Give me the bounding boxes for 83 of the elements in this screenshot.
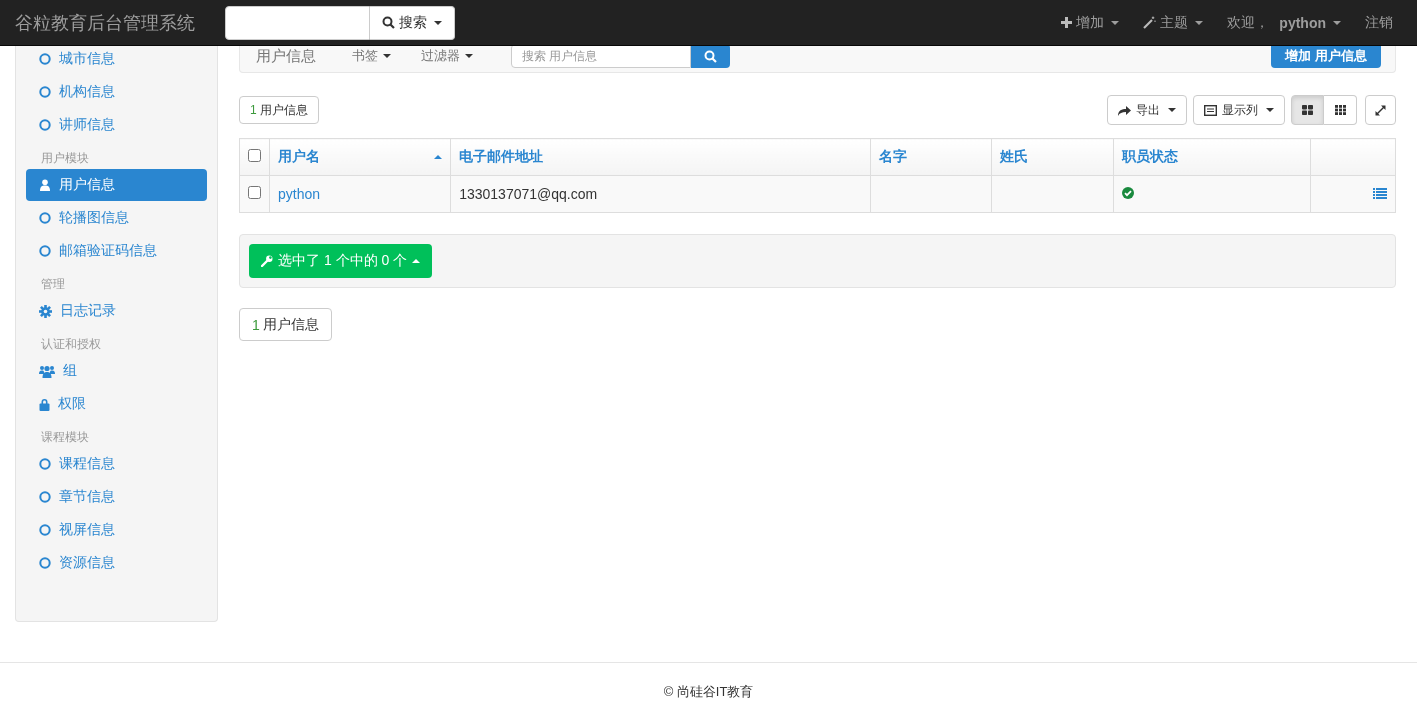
bookmarks-menu[interactable]: 书签	[344, 47, 399, 65]
logout-link[interactable]: 注销	[1355, 7, 1403, 38]
sidebar-item[interactable]: 用户信息	[26, 169, 207, 201]
sidebar-item[interactable]: 轮播图信息	[26, 202, 207, 234]
brand-title[interactable]: 谷粒教育后台管理系统	[15, 10, 195, 35]
circle-icon	[39, 557, 51, 569]
sidebar-item[interactable]: 章节信息	[26, 481, 207, 513]
caret-icon	[383, 54, 391, 58]
row-checkbox[interactable]	[248, 186, 261, 199]
list-icon[interactable]	[1373, 188, 1387, 199]
sidebar-item[interactable]: 邮箱验证码信息	[26, 235, 207, 267]
user-icon	[39, 179, 51, 191]
gear-icon	[39, 304, 52, 318]
search-field[interactable]: 搜索 用户信息	[511, 44, 691, 68]
column-header-cell[interactable]: 名字	[870, 138, 992, 176]
wand-icon	[1143, 16, 1157, 29]
circle-icon	[39, 491, 51, 503]
count-tag: 1 用户信息	[239, 308, 332, 341]
sidebar-item[interactable]: 组	[26, 355, 207, 387]
user-menu[interactable]: python	[1273, 8, 1351, 37]
search-button[interactable]	[691, 44, 730, 68]
sidebar-section-title: 管理	[40, 276, 66, 293]
sort-icon	[434, 155, 443, 159]
search-icon	[704, 49, 717, 63]
small-grid-button[interactable]	[1324, 95, 1357, 125]
sidebar-item[interactable]: 日志记录	[26, 295, 207, 327]
selection-actions-button[interactable]: 选中了 1 个中的 0 个	[249, 244, 433, 278]
sidebar-section-title: 认证和授权	[40, 336, 102, 353]
grid-icon	[1334, 105, 1346, 115]
users-icon	[39, 364, 55, 378]
expand-icon	[1375, 104, 1386, 116]
column-header-cell[interactable]: 姓氏	[991, 138, 1114, 176]
circle-icon	[39, 458, 51, 470]
column-header-cell[interactable]: 职员状态	[1113, 138, 1311, 176]
search-field[interactable]	[225, 5, 370, 40]
sidebar-item[interactable]: 资源信息	[26, 547, 207, 579]
select-all-checkbox[interactable]	[248, 149, 261, 162]
search-icon	[382, 16, 395, 29]
circle-icon	[39, 86, 51, 98]
footer-text: © 尚硅谷IT教育	[663, 683, 754, 701]
caret-icon	[1333, 20, 1341, 25]
sidebar-section-title: 用户模块	[40, 150, 90, 167]
theme-menu[interactable]: 主题	[1133, 7, 1214, 38]
add-button[interactable]: 增加 用户信息	[1271, 44, 1381, 68]
filters-menu[interactable]: 过滤器	[413, 47, 481, 65]
sidebar-item[interactable]: 机构信息	[26, 76, 207, 108]
caret-icon	[412, 259, 421, 263]
circle-icon	[39, 53, 51, 65]
table-cell: 1330137071@qq.com	[459, 186, 598, 202]
grid-icon	[1302, 105, 1313, 115]
circle-icon	[39, 524, 51, 536]
column-header-cell[interactable]: 用户名	[269, 138, 451, 176]
fullscreen-button[interactable]	[1365, 95, 1396, 125]
caret-icon	[434, 20, 442, 25]
sidebar-item[interactable]: 课程信息	[26, 448, 207, 480]
page-title: 用户信息	[256, 46, 316, 66]
sidebar-section-title: 课程模块	[40, 429, 90, 446]
add-menu[interactable]: 增加	[1051, 7, 1130, 38]
caret-icon	[465, 54, 473, 58]
circle-icon	[39, 212, 51, 224]
caret-icon	[1168, 108, 1176, 112]
sidebar-item[interactable]: 讲师信息	[26, 109, 207, 141]
circle-icon	[39, 245, 51, 257]
sidebar-item[interactable]: 视屏信息	[26, 514, 207, 546]
columns-button[interactable]: 显示列	[1193, 95, 1285, 125]
column-header-cell[interactable]: 电子邮件地址	[450, 138, 871, 176]
circle-icon	[39, 119, 51, 131]
username-link[interactable]: python	[278, 186, 321, 202]
sidebar-item[interactable]: 城市信息	[26, 43, 207, 75]
list-icon	[1204, 104, 1217, 116]
welcome-text: 欢迎，	[1226, 13, 1270, 32]
lock-icon	[39, 397, 50, 411]
search-button[interactable]: 搜索	[370, 5, 455, 40]
large-grid-button[interactable]	[1291, 95, 1324, 125]
caret-icon	[1111, 20, 1120, 25]
plus-icon	[1061, 17, 1073, 28]
share-icon	[1118, 104, 1131, 116]
export-button[interactable]: 导出	[1107, 95, 1187, 125]
wrench-icon	[261, 255, 273, 267]
caret-icon	[1195, 20, 1204, 25]
caret-icon	[1266, 108, 1274, 112]
sidebar-item[interactable]: 权限	[26, 388, 207, 420]
count-tag: 1 用户信息	[239, 96, 319, 124]
